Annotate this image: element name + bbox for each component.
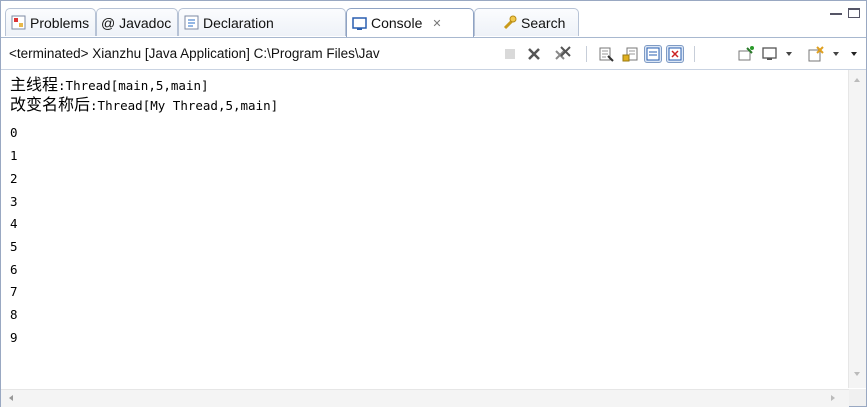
chevron-down-icon[interactable] [780,45,798,63]
minimize-icon[interactable] [830,9,842,15]
console-line: 2 [10,171,18,186]
console-view: Problems @ Javadoc Declaration Console ✕… [0,0,867,407]
console-line: 6 [10,262,18,277]
tab-declaration[interactable]: Declaration [178,8,346,36]
console-line: 3 [10,194,18,209]
console-line: 0 [10,125,18,140]
tab-console[interactable]: Console ✕ [346,8,474,37]
vertical-scrollbar[interactable] [848,70,866,388]
console-line: 改变名称后:Thread[My Thread,5,main] [10,95,279,114]
console-output[interactable]: 主线程:Thread[main,5,main] 改变名称后:Thread[My … [1,70,849,388]
tab-label: Console [371,15,423,31]
scroll-left-icon[interactable] [9,395,13,401]
tab-label: @ Javadoc [101,14,172,31]
console-line: 5 [10,239,18,254]
search-icon [501,15,517,31]
chevron-down-icon[interactable] [827,45,845,63]
console-line: 4 [10,216,18,231]
console-line: 9 [10,330,18,345]
tab-javadoc[interactable]: @ Javadoc [96,8,178,36]
remove-launch-icon[interactable] [525,45,543,63]
console-toolbar: <terminated> Xianzhu [Java Application] … [1,38,866,70]
display-console-icon[interactable] [761,45,779,63]
horizontal-scrollbar[interactable] [1,389,849,407]
console-icon [351,15,367,31]
console-line: 1 [10,148,18,163]
toolbar-separator [586,46,587,62]
window-controls [830,8,860,18]
toolbar-separator [694,46,695,62]
terminate-icon[interactable] [501,45,519,63]
problems-icon [10,15,26,31]
process-status: <terminated> Xianzhu [Java Application] … [9,46,380,61]
tab-search[interactable]: Search [474,8,579,36]
scroll-lock-icon[interactable] [621,45,639,63]
console-line: 8 [10,307,18,322]
scroll-right-icon[interactable] [831,395,835,401]
tab-label: Search [521,14,566,31]
tab-label: Declaration [203,14,274,31]
scroll-up-icon[interactable] [854,78,860,82]
declaration-icon [183,15,199,31]
scrollbar-corner [849,389,866,406]
console-line: 7 [10,284,18,299]
scroll-down-icon[interactable] [854,372,860,376]
tab-problems[interactable]: Problems [5,8,96,36]
tab-bar: Problems @ Javadoc Declaration Console ✕… [1,1,866,38]
open-console-icon[interactable] [807,45,825,63]
pin-console-icon[interactable] [737,45,755,63]
maximize-icon[interactable] [848,8,860,18]
close-icon[interactable]: ✕ [432,17,441,30]
clear-console-icon[interactable] [597,45,615,63]
show-on-stdout-icon[interactable] [644,45,662,63]
chevron-down-icon[interactable] [845,45,863,63]
tab-label: Problems [30,14,90,31]
remove-all-icon[interactable] [554,45,572,63]
show-on-stderr-icon[interactable] [666,45,684,63]
